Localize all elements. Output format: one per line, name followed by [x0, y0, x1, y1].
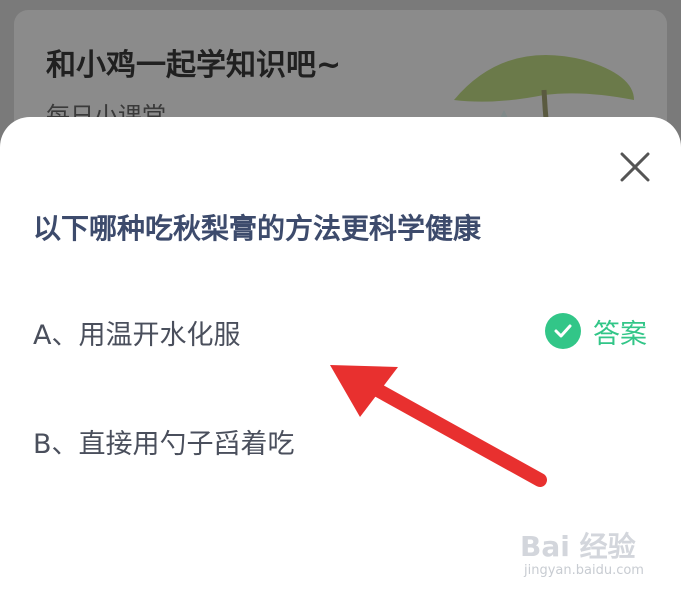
close-button[interactable] [614, 146, 656, 188]
background-title: 和小鸡一起学知识吧~ [46, 48, 342, 83]
answer-label: 答案 [593, 318, 647, 350]
question-text: 以下哪种吃秋梨膏的方法更科学健康 [33, 212, 482, 245]
check-circle-icon [545, 313, 581, 349]
close-icon [620, 152, 650, 182]
watermark-url: jingyan.baidu.com [524, 563, 644, 578]
option-b-label: B、直接用勺子舀着吃 [33, 429, 295, 460]
watermark-main: Bai 经验 [520, 530, 636, 563]
option-a-label: A、用温开水化服 [33, 320, 241, 351]
baidu-jingyan-watermark: Bai 经验 jingyan.baidu.com [520, 515, 670, 585]
answer-badge: 答案 [545, 311, 647, 351]
option-a[interactable]: A、用温开水化服 答案 [33, 305, 653, 355]
red-pointer-arrow-icon [330, 365, 547, 487]
